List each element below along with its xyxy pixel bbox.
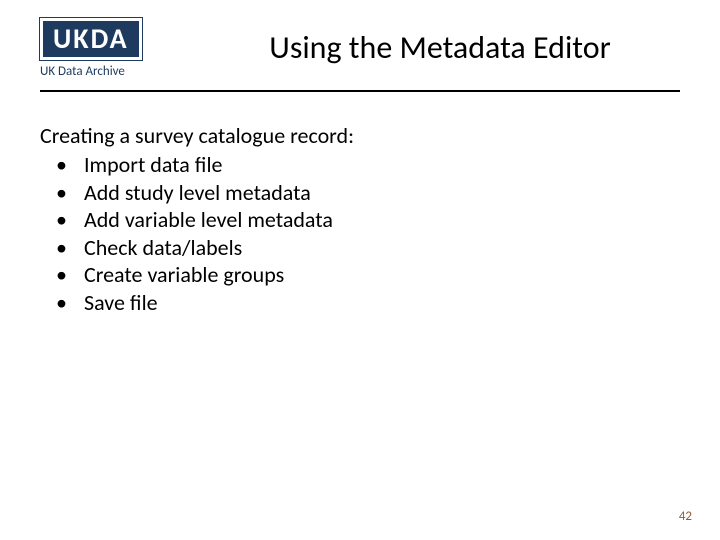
intro-text: Creating a survey catalogue record: [40,122,680,149]
list-item: Add variable level metadata [40,206,680,234]
page-number: 42 [679,509,692,524]
list-item: Add study level metadata [40,179,680,207]
logo-acronym: UKDA [40,18,142,60]
slide-title: Using the Metadata Editor [190,28,680,67]
list-item: Check data/labels [40,234,680,262]
bullet-list: Import data file Add study level metadat… [40,151,680,316]
ukda-logo: UKDA UK Data Archive [40,18,190,76]
slide-header: UKDA UK Data Archive Using the Metadata … [0,0,720,84]
slide-content: Creating a survey catalogue record: Impo… [0,92,720,316]
list-item: Create variable groups [40,261,680,289]
list-item: Save file [40,289,680,317]
list-item: Import data file [40,151,680,179]
logo-subtitle: UK Data Archive [40,64,190,79]
